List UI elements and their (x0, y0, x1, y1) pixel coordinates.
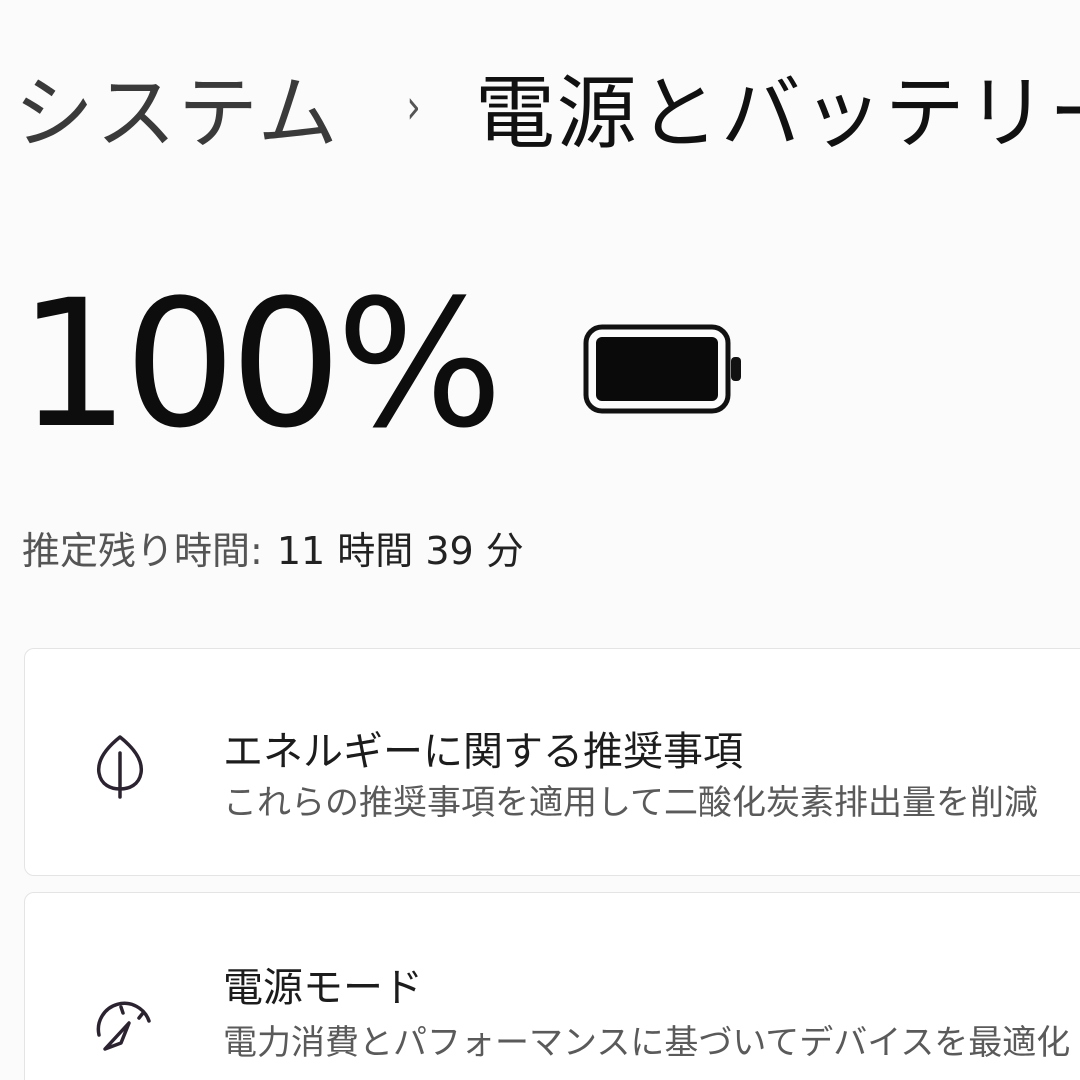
battery-status: 100% (18, 270, 747, 460)
estimated-time-remaining: 推定残り時間: 11 時間 39 分 (22, 520, 524, 575)
card-title: 電源モード (223, 965, 423, 1011)
page-title: 電源とバッテリー (474, 67, 1080, 160)
breadcrumb-system-link[interactable]: システム (14, 49, 340, 165)
battery-fill (596, 337, 719, 401)
breadcrumb: システム › 電源とバッテリー (14, 52, 1080, 162)
breadcrumb-chevron-icon: › (406, 79, 421, 135)
battery-percentage: 100% (18, 262, 503, 467)
card-subtitle: これらの推奨事項を適用して二酸化炭素排出量を削減 (223, 783, 1038, 823)
battery-full-icon (583, 324, 742, 414)
card-subtitle: 電力消費とパフォーマンスに基づいてデバイスを最適化 (223, 1023, 1071, 1063)
gauge-icon (96, 1001, 151, 1051)
settings-page: システム › 電源とバッテリー 100% 推定残り時間: 11 時間 39 分 … (0, 0, 1080, 1080)
power-mode-card[interactable]: 電源モード 電力消費とパフォーマンスに基づいてデバイスを最適化 (24, 892, 1080, 1080)
energy-recommendations-card[interactable]: エネルギーに関する推奨事項 これらの推奨事項を適用して二酸化炭素排出量を削減 (24, 648, 1080, 876)
estimate-label: 推定残り時間: (22, 529, 263, 573)
estimate-value: 11 時間 39 分 (276, 529, 524, 573)
leaf-icon (96, 735, 144, 799)
card-title: エネルギーに関する推奨事項 (223, 729, 743, 775)
